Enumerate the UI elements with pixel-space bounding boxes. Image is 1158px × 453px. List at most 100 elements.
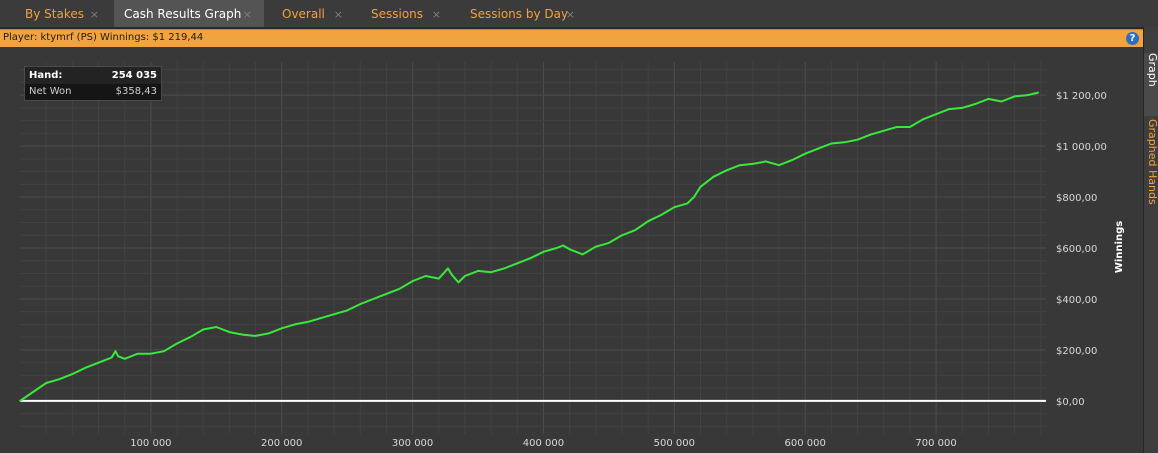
- data-point: [568, 248, 571, 251]
- data-point: [221, 328, 224, 331]
- x-tick-label: 500 000: [654, 438, 695, 449]
- player-summary: Player: ktymrf (PS) Winnings: $1 219,44: [3, 32, 204, 43]
- data-point: [464, 275, 466, 277]
- x-tick-label: 200 000: [261, 438, 302, 449]
- tab-sessions-by-day[interactable]: Sessions by Day ×: [460, 0, 587, 27]
- data-point: [634, 229, 636, 232]
- data-point: [32, 391, 34, 393]
- x-tick-label: 300 000: [392, 438, 433, 449]
- close-icon[interactable]: ×: [334, 8, 343, 21]
- y-tick-label: $200,00: [1056, 346, 1097, 357]
- data-point: [922, 118, 924, 121]
- data-point: [267, 332, 270, 335]
- hand-value: 254 035: [111, 70, 157, 81]
- data-point: [58, 378, 61, 381]
- close-icon[interactable]: ×: [432, 8, 441, 21]
- data-point: [307, 320, 309, 323]
- data-point: [830, 142, 833, 145]
- data-point: [447, 267, 449, 270]
- data-point: [608, 242, 610, 244]
- y-tick-label: $400,00: [1056, 295, 1097, 306]
- close-icon[interactable]: ×: [243, 8, 252, 21]
- y-axis-label: Winnings: [1114, 221, 1125, 273]
- data-point: [149, 352, 152, 355]
- data-point: [457, 281, 460, 284]
- data-point: [594, 245, 597, 248]
- data-point: [686, 202, 689, 205]
- data-point: [804, 152, 807, 155]
- close-icon[interactable]: ×: [566, 8, 575, 21]
- data-point: [1000, 100, 1003, 103]
- data-point: [215, 326, 218, 328]
- data-point: [974, 103, 977, 105]
- data-point: [1037, 91, 1040, 94]
- tab-label: Cash Results Graph: [124, 6, 242, 21]
- data-point: [647, 220, 650, 223]
- data-point: [71, 373, 74, 376]
- x-tick-label: 700 000: [915, 438, 956, 449]
- data-point: [699, 185, 702, 188]
- y-tick-label: $1 200,00: [1056, 91, 1107, 102]
- app-window: By Stakes × Cash Results Graph × Overall…: [0, 0, 1158, 453]
- x-tick-label: 100 000: [130, 438, 171, 449]
- help-icon[interactable]: ?: [1126, 32, 1139, 45]
- data-point: [437, 277, 440, 280]
- player-info-bar: Player: ktymrf (PS) Winnings: $1 219,44 …: [0, 29, 1143, 47]
- data-point: [333, 313, 335, 316]
- data-point: [673, 206, 676, 209]
- close-icon[interactable]: ×: [90, 8, 99, 21]
- side-panel: Graph Graphed Hands: [1143, 27, 1158, 453]
- data-point: [110, 356, 113, 359]
- data-point: [817, 147, 820, 150]
- data-point: [882, 129, 885, 132]
- tab-label: Sessions by Day: [470, 6, 569, 21]
- data-point: [935, 113, 937, 116]
- x-tick-label: 400 000: [523, 438, 564, 449]
- data-point: [529, 257, 532, 260]
- data-point: [385, 292, 388, 295]
- tab-sessions[interactable]: Sessions ×: [361, 0, 453, 27]
- data-point: [450, 273, 453, 276]
- results-graph[interactable]: 100 000 200 000 300 000 400 000 500 000 600 0…: [0, 47, 1143, 453]
- results-graph-svg: 100 000 200 000 300 000 400 000 500 000 600 0…: [19, 62, 1125, 449]
- data-point: [961, 106, 964, 109]
- data-point: [241, 333, 244, 336]
- data-point: [660, 213, 663, 216]
- data-point: [176, 342, 178, 345]
- data-point: [843, 141, 846, 144]
- side-tab-graphed-hands[interactable]: Graphed Hands: [1144, 119, 1158, 209]
- data-point: [751, 163, 754, 165]
- data-point: [123, 357, 126, 360]
- data-point: [1013, 95, 1016, 98]
- side-tab-graph[interactable]: Graph: [1144, 53, 1158, 116]
- data-point: [424, 275, 427, 277]
- data-point: [490, 271, 493, 274]
- data-point: [895, 126, 898, 128]
- data-point: [948, 108, 951, 111]
- data-point: [84, 366, 87, 369]
- tab-overall[interactable]: Overall ×: [272, 0, 355, 27]
- data-point: [114, 350, 117, 353]
- data-point: [693, 196, 695, 198]
- data-point: [136, 352, 139, 355]
- tab-by-stakes[interactable]: By Stakes ×: [15, 0, 111, 27]
- data-point: [908, 126, 911, 128]
- y-tick-label: $0,00: [1056, 397, 1085, 408]
- data-point: [765, 160, 767, 163]
- tab-bar: By Stakes × Cash Results Graph × Overall…: [0, 0, 1158, 27]
- data-point: [97, 361, 100, 364]
- y-tick-label: $1 000,00: [1056, 142, 1107, 153]
- data-point: [398, 287, 401, 290]
- data-point: [778, 164, 780, 167]
- tab-label: Sessions: [371, 6, 424, 21]
- tab-label: By Stakes: [25, 6, 84, 21]
- data-point: [372, 298, 375, 300]
- data-point: [280, 327, 283, 330]
- data-point: [19, 399, 21, 402]
- tab-cash-results-graph[interactable]: Cash Results Graph ×: [114, 0, 264, 27]
- data-point: [856, 138, 859, 141]
- hover-info-box: Hand: 254 035 Net Won $358,43: [24, 66, 162, 101]
- net-won-value: $358,43: [115, 86, 157, 97]
- data-point: [621, 234, 623, 237]
- data-point: [411, 280, 414, 283]
